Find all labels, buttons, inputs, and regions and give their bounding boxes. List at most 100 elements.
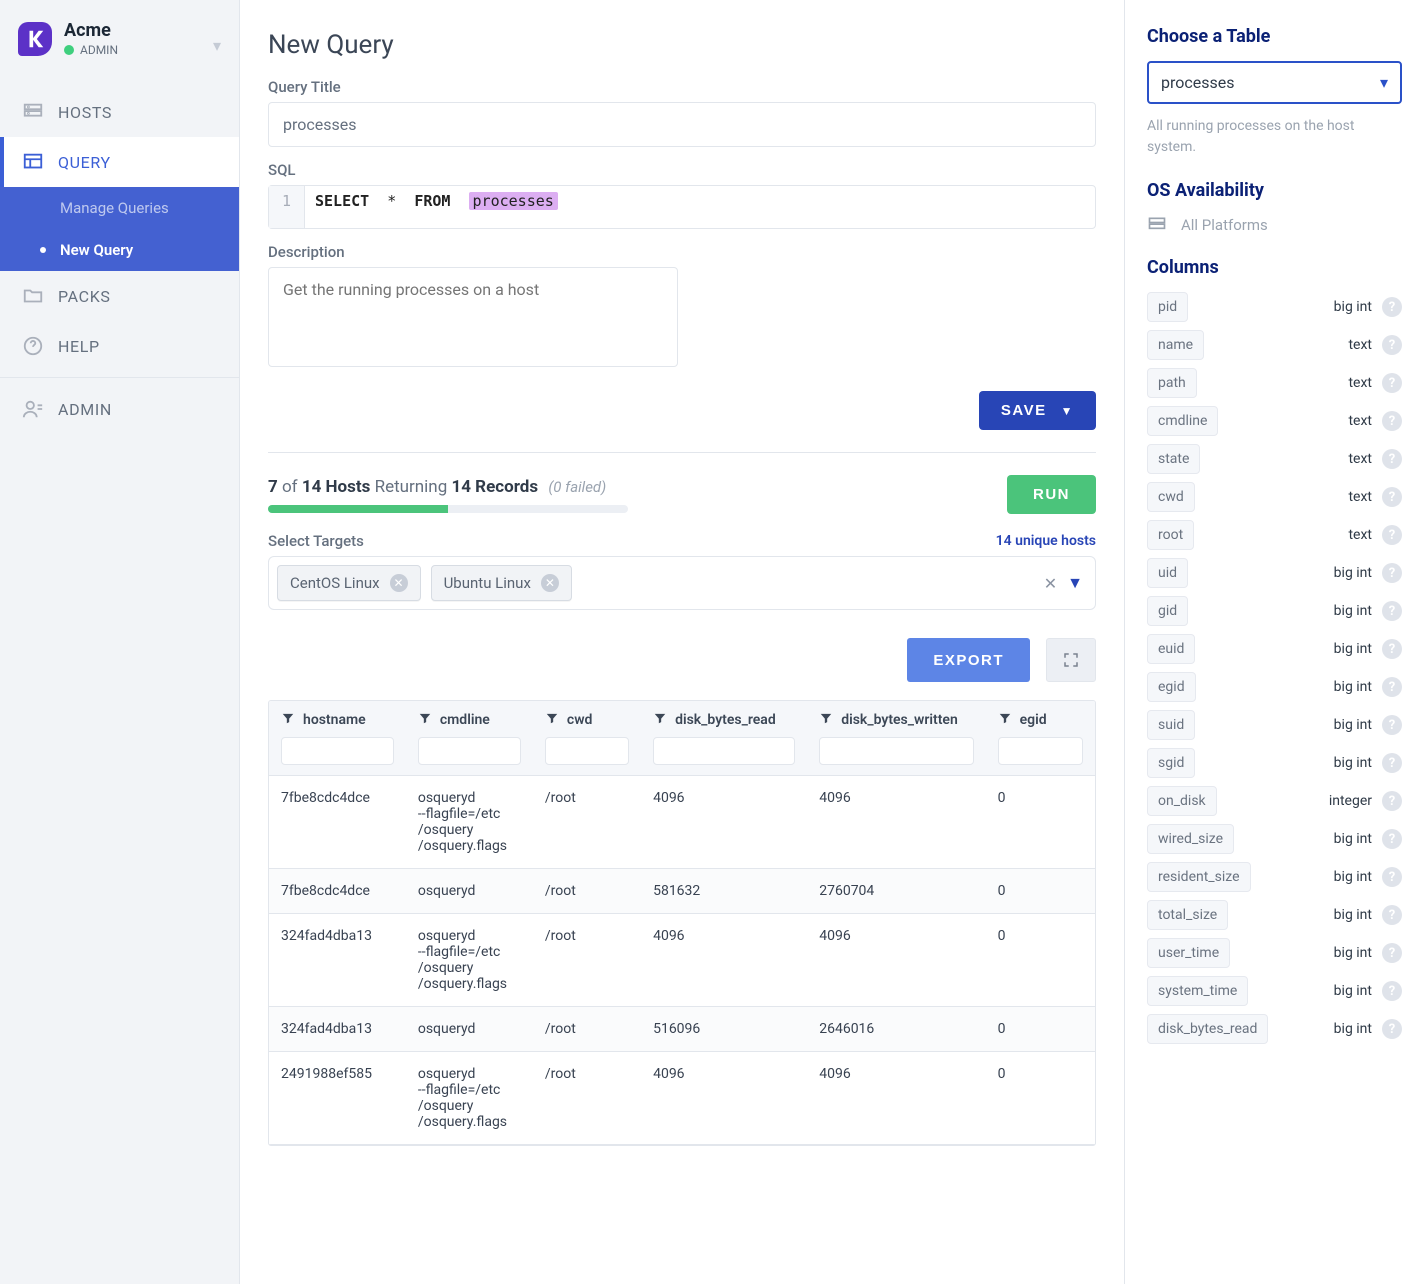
table-select[interactable]: processes ▾: [1147, 61, 1402, 104]
cell-cwd: /root: [533, 1052, 641, 1145]
nav-sub-manage-queries[interactable]: Manage Queries: [0, 187, 239, 229]
column-filter-input[interactable]: [819, 737, 973, 765]
column-label: egid: [1020, 712, 1047, 728]
cell-disk_bytes_read: 516096: [641, 1007, 807, 1052]
column-header-disk_bytes_written[interactable]: disk_bytes_written: [807, 701, 985, 776]
target-chip[interactable]: Ubuntu Linux✕: [431, 565, 572, 601]
filter-icon[interactable]: [418, 711, 432, 729]
column-type: text?: [1348, 525, 1402, 545]
nav-hosts-label: HOSTS: [58, 103, 112, 122]
help-icon[interactable]: ?: [1382, 867, 1402, 887]
help-icon[interactable]: ?: [1382, 677, 1402, 697]
table-row[interactable]: 7fbe8cdc4dceosqueryd--flagfile=/etc/osqu…: [269, 776, 1095, 869]
help-icon[interactable]: ?: [1382, 335, 1402, 355]
nav-item-query[interactable]: QUERY: [0, 137, 239, 187]
column-row: cmdlinetext?: [1147, 406, 1402, 436]
divider: [268, 452, 1096, 453]
table-row[interactable]: 324fad4dba13osqueryd/root51609626460160: [269, 1007, 1095, 1052]
target-chip[interactable]: CentOS Linux ✕: [277, 565, 421, 601]
query-title-input[interactable]: [268, 102, 1096, 147]
help-icon[interactable]: ?: [1382, 791, 1402, 811]
filter-icon[interactable]: [819, 711, 833, 729]
help-icon[interactable]: ?: [1382, 525, 1402, 545]
column-row: resident_sizebig int?: [1147, 862, 1402, 892]
sql-select-kw: SELECT: [315, 192, 369, 210]
filter-icon[interactable]: [281, 711, 295, 729]
nav-item-help[interactable]: HELP: [0, 321, 239, 371]
nav-sub-new-query[interactable]: New Query: [0, 229, 239, 271]
column-type: big int?: [1334, 905, 1402, 925]
help-icon[interactable]: ?: [1382, 715, 1402, 735]
fullscreen-button[interactable]: [1046, 638, 1096, 682]
cell-disk_bytes_written: 4096: [807, 1052, 985, 1145]
hosts-returning-word: Returning: [375, 477, 448, 497]
column-filter-input[interactable]: [545, 737, 629, 765]
column-filter-input[interactable]: [418, 737, 521, 765]
org-header[interactable]: Acme ADMIN ▾: [0, 0, 239, 81]
run-button[interactable]: RUN: [1007, 475, 1096, 514]
help-icon[interactable]: ?: [1382, 373, 1402, 393]
column-row: gidbig int?: [1147, 596, 1402, 626]
help-icon[interactable]: ?: [1382, 981, 1402, 1001]
remove-chip-icon[interactable]: ✕: [390, 574, 408, 592]
column-row: pathtext?: [1147, 368, 1402, 398]
cell-hostname: 7fbe8cdc4dce: [269, 776, 406, 869]
help-icon[interactable]: ?: [1382, 1019, 1402, 1039]
cell-disk_bytes_written: 2646016: [807, 1007, 985, 1052]
nav-item-admin[interactable]: ADMIN: [0, 384, 239, 434]
column-name-badge: euid: [1147, 634, 1195, 664]
table-row[interactable]: 7fbe8cdc4dceosqueryd/root58163227607040: [269, 869, 1095, 914]
nav-item-packs[interactable]: PACKS: [0, 271, 239, 321]
help-icon[interactable]: ?: [1382, 297, 1402, 317]
column-header-cwd[interactable]: cwd: [533, 701, 641, 776]
filter-icon[interactable]: [545, 711, 559, 729]
table-row[interactable]: 324fad4dba13osqueryd--flagfile=/etc/osqu…: [269, 914, 1095, 1007]
column-header-cmdline[interactable]: cmdline: [406, 701, 533, 776]
filter-icon[interactable]: [998, 711, 1012, 729]
clear-targets-icon[interactable]: ✕: [1044, 574, 1057, 593]
help-icon[interactable]: ?: [1382, 487, 1402, 507]
column-filter-input[interactable]: [281, 737, 394, 765]
help-icon[interactable]: ?: [1382, 449, 1402, 469]
column-header-hostname[interactable]: hostname: [269, 701, 406, 776]
column-header-egid[interactable]: egid: [986, 701, 1095, 776]
description-input[interactable]: [268, 267, 678, 367]
hosts-status: 7 of 14 Hosts Returning 14 Records (0 fa…: [268, 477, 628, 513]
filter-icon[interactable]: [653, 711, 667, 729]
sql-editor[interactable]: 1 SELECT * FROM processes: [268, 185, 1096, 229]
target-chip-label: CentOS Linux: [290, 574, 380, 592]
column-filter-input[interactable]: [998, 737, 1083, 765]
targets-input[interactable]: CentOS Linux✕Ubuntu Linux✕ ✕ ▼: [268, 556, 1096, 610]
help-icon[interactable]: ?: [1382, 563, 1402, 583]
chevron-down-icon[interactable]: ▾: [213, 36, 221, 55]
help-icon[interactable]: ?: [1382, 411, 1402, 431]
results-table[interactable]: hostname cmdline cwd disk_bytes_read disk_by…: [268, 700, 1096, 1146]
table-select-value: processes: [1161, 73, 1235, 92]
unique-hosts-link[interactable]: 14 unique hosts: [996, 533, 1096, 549]
help-icon[interactable]: ?: [1382, 601, 1402, 621]
column-header-disk_bytes_read[interactable]: disk_bytes_read: [641, 701, 807, 776]
table-row[interactable]: 2491988ef585osqueryd--flagfile=/etc/osqu…: [269, 1052, 1095, 1145]
column-label: cmdline: [440, 712, 490, 728]
column-label: disk_bytes_read: [675, 712, 776, 728]
sql-code[interactable]: SELECT * FROM processes: [305, 186, 568, 228]
column-label: cwd: [567, 712, 593, 728]
save-button[interactable]: SAVE ▼: [979, 391, 1096, 430]
help-icon[interactable]: ?: [1382, 905, 1402, 925]
help-icon[interactable]: ?: [1382, 829, 1402, 849]
export-button[interactable]: EXPORT: [907, 638, 1030, 682]
remove-chip-icon[interactable]: ✕: [541, 574, 559, 592]
chevron-down-icon[interactable]: ▼: [1067, 573, 1083, 593]
cell-hostname: 2491988ef585: [269, 1052, 406, 1145]
help-icon[interactable]: ?: [1382, 943, 1402, 963]
app-logo: [18, 22, 52, 56]
nav-item-hosts[interactable]: HOSTS: [0, 87, 239, 137]
column-filter-input[interactable]: [653, 737, 795, 765]
help-icon[interactable]: ?: [1382, 639, 1402, 659]
column-name-badge: wired_size: [1147, 824, 1234, 854]
column-row: uidbig int?: [1147, 558, 1402, 588]
cell-disk_bytes_written: 2760704: [807, 869, 985, 914]
help-icon[interactable]: ?: [1382, 753, 1402, 773]
column-type: text?: [1348, 487, 1402, 507]
cell-egid: 0: [986, 776, 1095, 869]
